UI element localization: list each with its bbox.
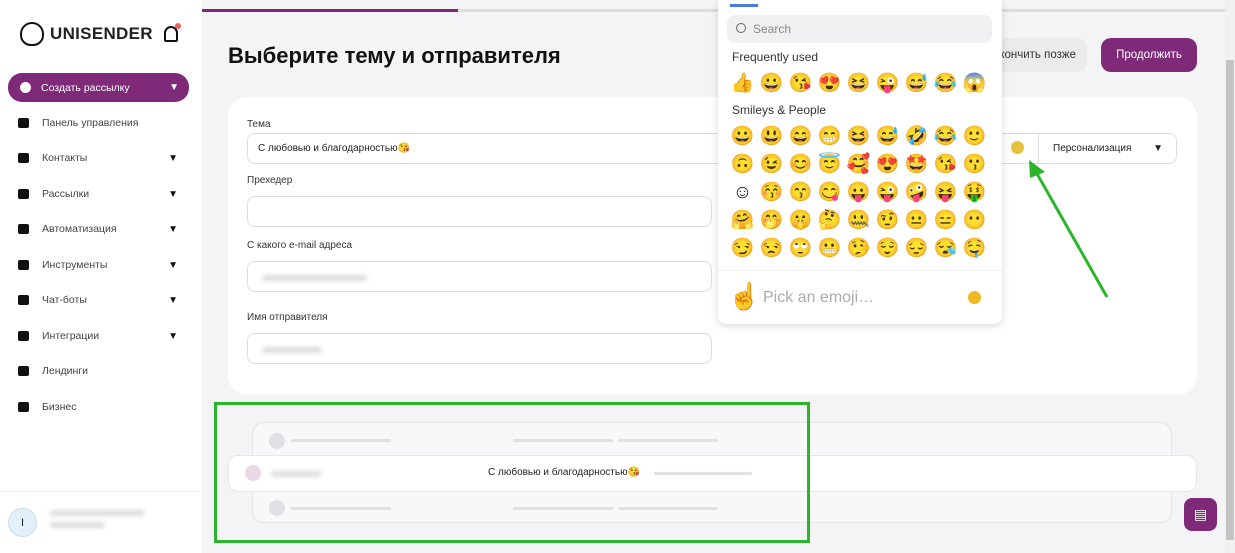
scrollbar[interactable] [1225, 0, 1235, 553]
annotation-highlight-box [214, 402, 810, 543]
chat-button[interactable]: ▤ [1184, 498, 1217, 531]
chat-icon: ▤ [1193, 506, 1208, 522]
scrollbar-thumb[interactable] [1226, 60, 1234, 540]
